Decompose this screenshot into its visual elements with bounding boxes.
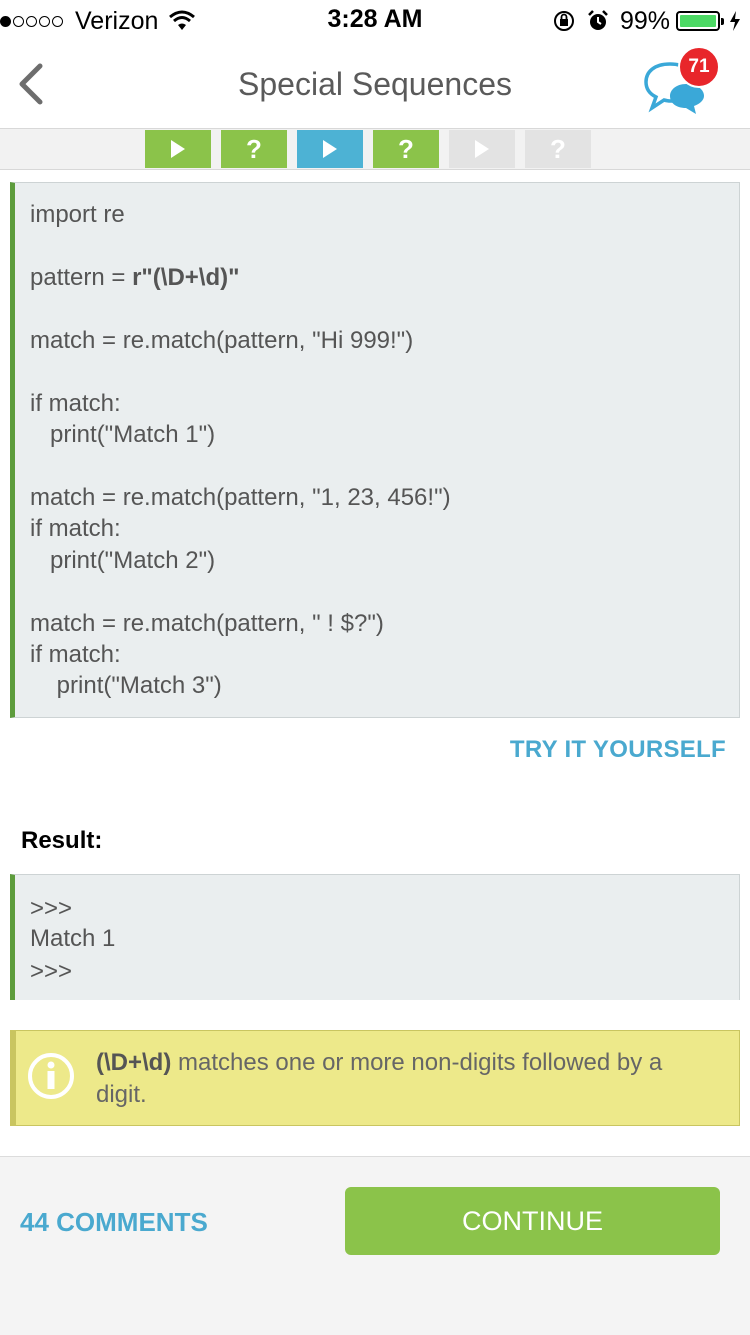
code-line: if match: — [30, 515, 121, 542]
step-play-1[interactable] — [145, 130, 211, 168]
code-line: print("Match 2") — [30, 547, 216, 574]
step-play-2[interactable] — [297, 130, 363, 168]
note-body: matches one or more non-digits followed … — [96, 1049, 663, 1108]
note-text: (\D+\d) matches one or more non-digits f… — [96, 1047, 716, 1111]
comments-link[interactable]: 44 COMMENTS — [20, 1207, 208, 1238]
code-line: print("Match 1") — [30, 421, 216, 448]
step-play-3[interactable] — [449, 130, 515, 168]
continue-button[interactable]: CONTINUE — [345, 1187, 720, 1255]
info-icon — [28, 1053, 74, 1099]
battery-icon — [676, 11, 724, 31]
question-icon: ? — [246, 133, 262, 164]
code-block: import re pattern = r"(\D+\d)" match = r… — [10, 182, 740, 718]
alarm-icon — [588, 10, 608, 30]
output-line: >>> — [30, 895, 73, 922]
status-bar: Verizon 3:28 AM 99% — [0, 0, 750, 40]
nav-bar: Special Sequences 71 — [0, 40, 750, 129]
question-icon: ? — [398, 133, 414, 164]
notification-badge[interactable]: 71 — [678, 46, 720, 88]
output-line: Match 1 — [30, 925, 116, 952]
page-title: Special Sequences — [238, 66, 512, 102]
code-line: pattern = r"(\D+\d)" — [30, 264, 240, 291]
play-icon — [323, 140, 337, 158]
try-it-yourself-button[interactable]: TRY IT YOURSELF — [510, 736, 726, 764]
orientation-lock-icon — [553, 11, 574, 31]
code-line: match = re.match(pattern, " ! $?") — [30, 610, 384, 637]
code-line: if match: — [30, 641, 121, 668]
step-quiz-2[interactable]: ? — [373, 130, 439, 168]
step-quiz-1[interactable]: ? — [221, 130, 287, 168]
output-line: >>> — [30, 958, 73, 985]
charging-icon — [730, 11, 740, 31]
lesson-progress: ? ? ? — [0, 129, 750, 170]
play-icon — [171, 140, 185, 158]
play-icon — [475, 140, 489, 158]
code-line: match = re.match(pattern, "Hi 999!") — [30, 327, 414, 354]
code-line: print("Match 3") — [30, 672, 222, 699]
info-note: (\D+\d) matches one or more non-digits f… — [10, 1030, 740, 1126]
note-bold: (\D+\d) — [96, 1049, 172, 1076]
step-quiz-3[interactable]: ? — [525, 130, 591, 168]
footer-bar: 44 COMMENTS CONTINUE — [0, 1156, 750, 1335]
code-line: match = re.match(pattern, "1, 23, 456!") — [30, 484, 451, 511]
result-output: >>> Match 1 >>> — [10, 874, 740, 1000]
question-icon: ? — [550, 133, 566, 164]
battery-percent: 99% — [619, 6, 670, 35]
code-line: import re — [30, 201, 125, 228]
code-line: if match: — [30, 390, 121, 417]
status-right: 99% — [552, 6, 742, 36]
result-label: Result: — [21, 827, 103, 854]
